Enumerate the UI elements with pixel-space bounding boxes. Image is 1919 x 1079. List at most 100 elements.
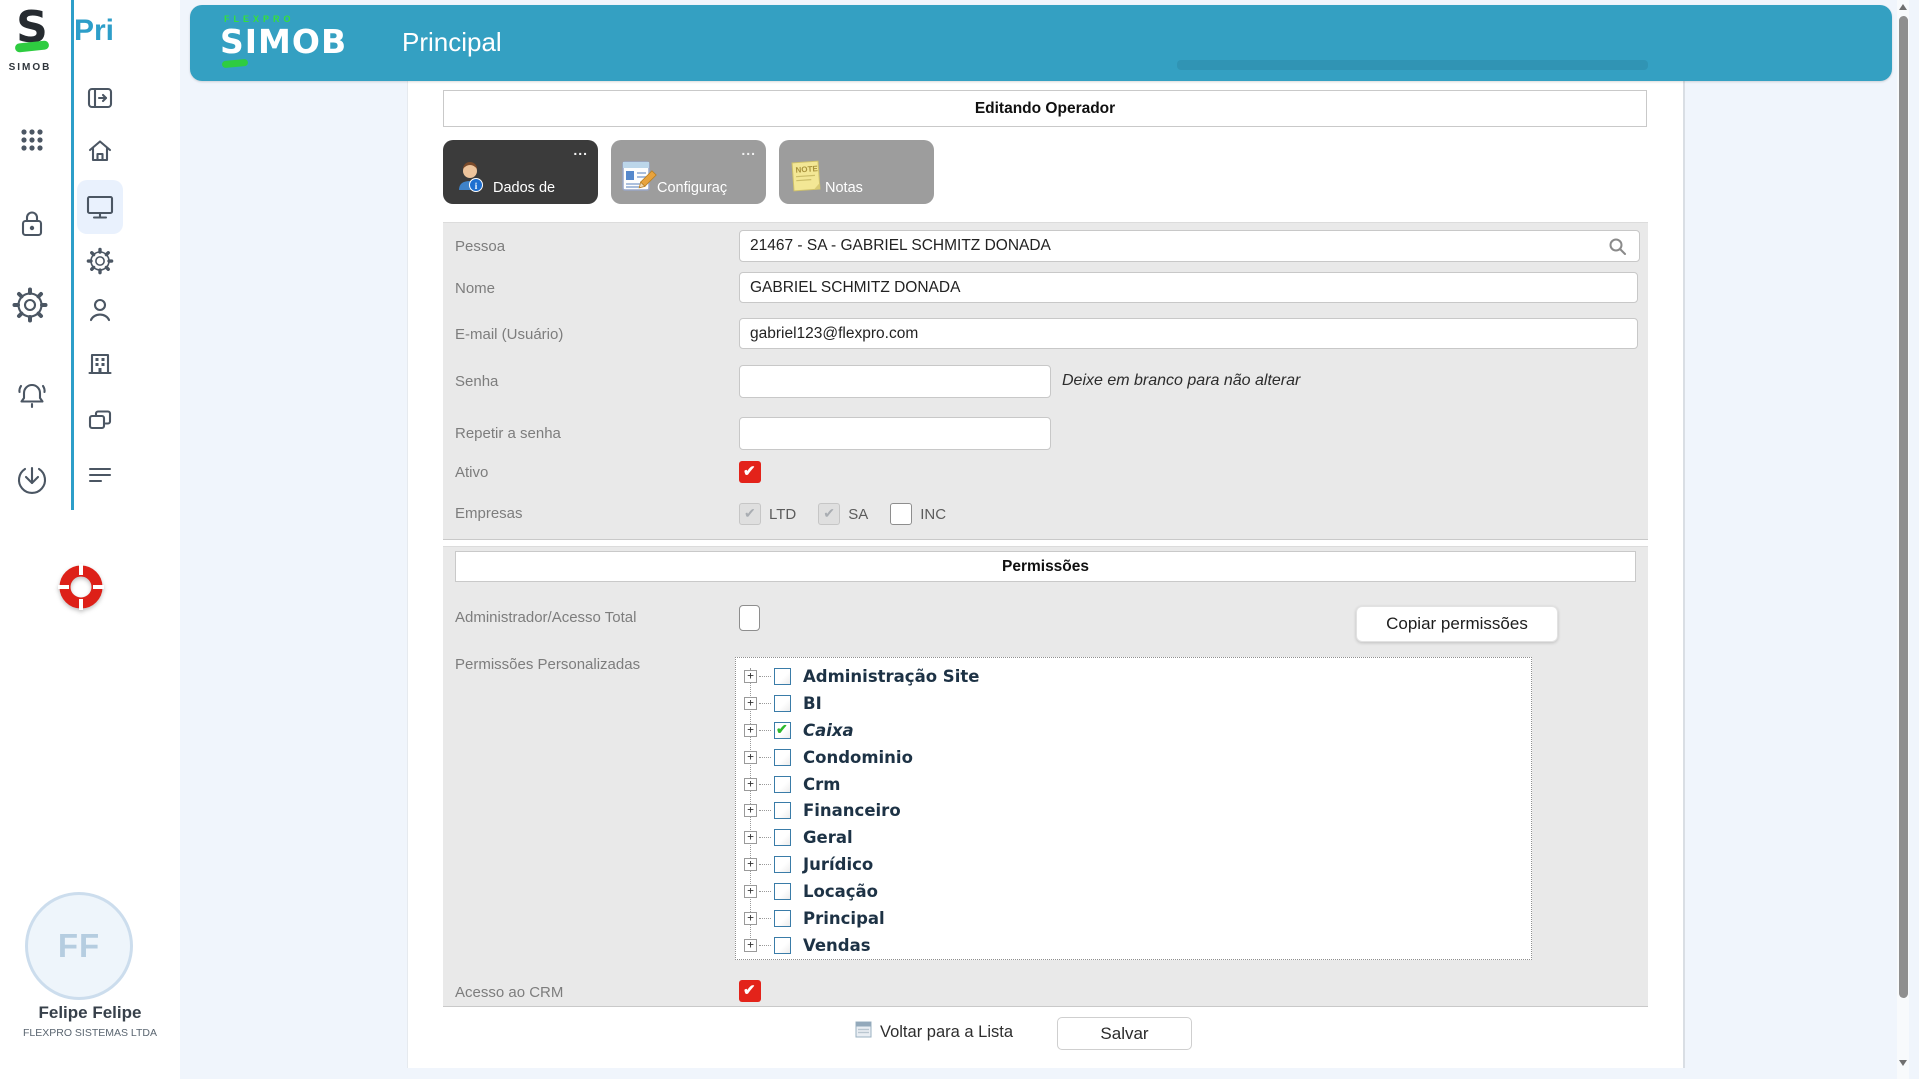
tree-connector bbox=[759, 784, 771, 785]
pessoa-input[interactable] bbox=[739, 230, 1640, 262]
permission-tree-item[interactable]: +Jurídico bbox=[736, 851, 1531, 878]
empresa-option: INC bbox=[890, 503, 946, 525]
user-icon[interactable] bbox=[77, 287, 123, 333]
permission-tree-item[interactable]: + Administração Site bbox=[736, 663, 1531, 690]
tree-expand-icon[interactable]: + bbox=[744, 697, 757, 710]
monitor-icon[interactable] bbox=[77, 180, 123, 234]
tree-item-label: Principal bbox=[803, 909, 885, 928]
permission-tree-item[interactable]: + Principal bbox=[736, 905, 1531, 932]
tree-checkbox[interactable] bbox=[774, 856, 791, 873]
save-label: Salvar bbox=[1100, 1024, 1148, 1044]
tree-checkbox[interactable] bbox=[774, 802, 791, 819]
document-pencil-icon bbox=[619, 158, 657, 199]
permission-tree-item[interactable]: +Geral bbox=[736, 824, 1531, 851]
application-window: S SIMOB bbox=[0, 0, 1919, 1079]
tab-notas[interactable]: NOTE Notas bbox=[779, 140, 934, 204]
tree-expand-icon[interactable]: + bbox=[744, 912, 757, 925]
tree-connector bbox=[759, 676, 771, 677]
tree-checkbox[interactable] bbox=[774, 695, 791, 712]
apps-grid-icon[interactable] bbox=[9, 117, 55, 163]
header-scroll-strip bbox=[1177, 60, 1648, 70]
download-icon[interactable] bbox=[9, 456, 55, 502]
tree-expand-icon[interactable]: + bbox=[744, 670, 757, 683]
vertical-scrollbar[interactable] bbox=[1897, 0, 1909, 1079]
tree-expand-icon[interactable]: + bbox=[744, 885, 757, 898]
sticky-note-icon: NOTE bbox=[787, 158, 825, 199]
empresa-checkbox-inc[interactable] bbox=[890, 503, 912, 525]
header-simob-logo: SIMOB bbox=[220, 22, 347, 61]
permission-tree-item[interactable]: +Caixa bbox=[736, 717, 1531, 744]
settings-gear-icon[interactable] bbox=[7, 282, 53, 328]
tab-dados[interactable]: i ... Dados de bbox=[443, 140, 598, 204]
empresas-label: Empresas bbox=[455, 505, 523, 522]
menu-lines-icon[interactable] bbox=[77, 452, 123, 498]
scroll-up-arrow-icon[interactable] bbox=[1899, 4, 1907, 10]
tree-expand-icon[interactable]: + bbox=[744, 804, 757, 817]
tree-checkbox[interactable] bbox=[774, 722, 791, 739]
permission-tree-item[interactable]: + Locação bbox=[736, 878, 1531, 905]
tree-item-label: Locação bbox=[803, 882, 878, 901]
tree-checkbox[interactable] bbox=[774, 668, 791, 685]
empresa-option-label: SA bbox=[848, 506, 868, 523]
building-icon[interactable] bbox=[77, 341, 123, 387]
crm-checkbox[interactable] bbox=[739, 980, 761, 1002]
save-button[interactable]: Salvar bbox=[1057, 1017, 1192, 1050]
tab-label: Configuraç bbox=[657, 180, 727, 196]
admin-checkbox[interactable] bbox=[739, 605, 760, 631]
tree-checkbox[interactable] bbox=[774, 910, 791, 927]
permission-tree-item[interactable]: +BI bbox=[736, 690, 1531, 717]
permissions-tree[interactable]: +Administração Site+BI+Caixa+Condominio+… bbox=[735, 657, 1532, 960]
tree-checkbox[interactable] bbox=[774, 829, 791, 846]
tree-expand-icon[interactable]: + bbox=[744, 751, 757, 764]
tree-item-label: Condominio bbox=[803, 748, 913, 767]
senha-hint: Deixe em branco para não alterar bbox=[1062, 372, 1300, 390]
crm-label: Acesso ao CRM bbox=[455, 984, 563, 1001]
permission-tree-item[interactable]: + Condominio bbox=[736, 744, 1531, 771]
back-to-list-label: Voltar para a Lista bbox=[880, 1023, 1013, 1042]
nome-input[interactable] bbox=[739, 272, 1638, 303]
tree-connector bbox=[759, 810, 771, 811]
senha-input[interactable] bbox=[739, 365, 1051, 398]
tree-expand-icon[interactable]: + bbox=[744, 858, 757, 871]
empresa-checkbox-sa[interactable] bbox=[818, 503, 840, 525]
copy-permissions-button[interactable]: Copiar permissões bbox=[1356, 606, 1558, 642]
empresa-option-label: LTD bbox=[769, 506, 796, 523]
permission-tree-item[interactable]: +Vendas bbox=[736, 932, 1531, 959]
list-icon bbox=[855, 1021, 872, 1043]
permission-tree-item[interactable]: +Crm bbox=[736, 771, 1531, 798]
svg-text:NOTE: NOTE bbox=[795, 164, 818, 175]
scrollbar-thumb[interactable] bbox=[1899, 16, 1908, 998]
lock-icon[interactable] bbox=[9, 200, 55, 246]
back-to-list-link[interactable]: Voltar para a Lista bbox=[855, 1021, 1013, 1043]
tree-item-label: Administração Site bbox=[803, 667, 979, 686]
collapse-sidebar-icon[interactable] bbox=[77, 75, 123, 121]
tree-expand-icon[interactable]: + bbox=[744, 778, 757, 791]
life-preserver-icon[interactable] bbox=[56, 562, 106, 612]
repetir-senha-label: Repetir a senha bbox=[455, 425, 561, 442]
windows-stack-icon[interactable] bbox=[77, 398, 123, 444]
tree-connector bbox=[759, 757, 771, 758]
empresa-checkbox-ltd[interactable] bbox=[739, 503, 761, 525]
tab-label: Notas bbox=[825, 180, 863, 196]
tab-ellipsis: ... bbox=[741, 142, 756, 158]
tab-configuracoes[interactable]: ... Configuraç bbox=[611, 140, 766, 204]
custom-permissions-label: Permissões Personalizadas bbox=[455, 656, 640, 673]
email-input[interactable] bbox=[739, 318, 1638, 349]
permission-tree-item[interactable]: +Financeiro bbox=[736, 797, 1531, 824]
ativo-checkbox[interactable] bbox=[739, 461, 761, 483]
scroll-down-arrow-icon[interactable] bbox=[1899, 1060, 1907, 1066]
avatar[interactable]: FF bbox=[25, 892, 133, 1000]
tree-checkbox[interactable] bbox=[774, 749, 791, 766]
tree-expand-icon[interactable]: + bbox=[744, 724, 757, 737]
settings-gear-small-icon[interactable] bbox=[77, 238, 123, 284]
tree-expand-icon[interactable]: + bbox=[744, 831, 757, 844]
search-icon[interactable] bbox=[1608, 237, 1627, 256]
tree-expand-icon[interactable]: + bbox=[744, 939, 757, 952]
repetir-senha-input[interactable] bbox=[739, 417, 1051, 450]
simob-logo[interactable]: S bbox=[10, 6, 54, 51]
tree-checkbox[interactable] bbox=[774, 937, 791, 954]
tree-checkbox[interactable] bbox=[774, 776, 791, 793]
tree-checkbox[interactable] bbox=[774, 883, 791, 900]
home-icon[interactable] bbox=[77, 128, 123, 174]
notifications-bell-icon[interactable] bbox=[9, 372, 55, 418]
